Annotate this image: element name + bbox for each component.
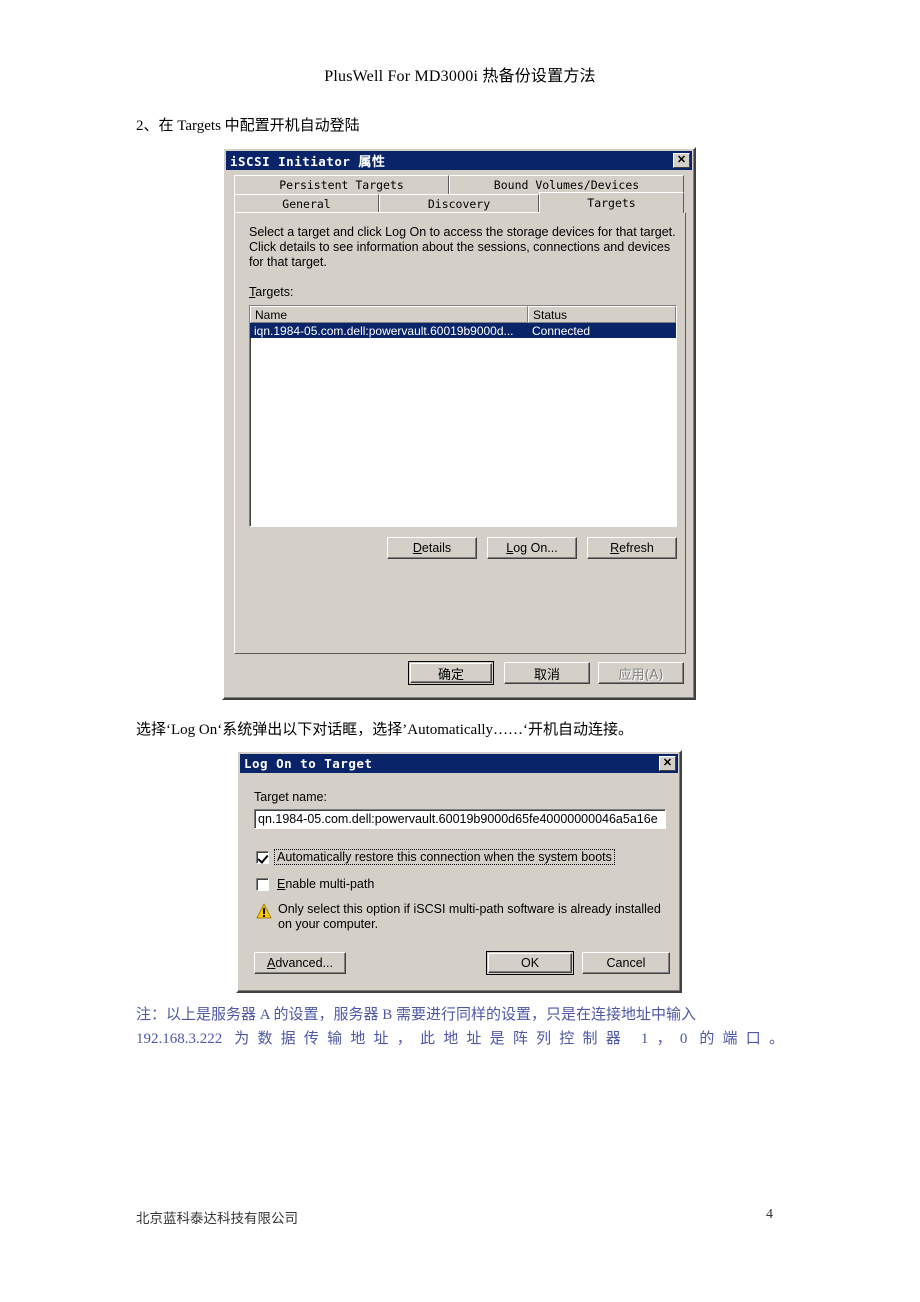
page-title: PlusWell For MD3000i 热备份设置方法 [324, 68, 596, 85]
column-header-status[interactable]: Status [528, 306, 676, 323]
mid-paragraph: 选择‘Log On‘系统弹出以下对话眶，选择’Automatically……‘开… [136, 722, 634, 738]
enable-multipath-checkbox-row[interactable]: Enable multi-path [256, 877, 376, 891]
apply-button: 应用(A) [598, 662, 684, 684]
table-row[interactable]: iqn.1984-05.com.dell:powervault.60019b90… [250, 323, 676, 338]
targets-description: Select a target and click Log On to acce… [249, 225, 676, 269]
target-name-label: Target name: [254, 790, 327, 804]
logon-dialog-title: Log On to Target [244, 756, 373, 771]
note-line-1: 注：以上是服务器 A 的设置，服务器 B 需要进行同样的设置，只是在连接地址中输… [136, 1007, 697, 1023]
auto-restore-checkbox-row[interactable]: Automatically restore this connection wh… [256, 849, 615, 865]
step-paragraph: 2、在 Targets 中配置开机自动登陆 [136, 118, 360, 134]
logon-to-target-dialog: Log On to Target ✕ Target name: qn.1984-… [236, 750, 682, 993]
note-block: 注：以上是服务器 A 的设置，服务器 B 需要进行同样的设置，只是在连接地址中输… [136, 1003, 784, 1051]
footer-page-number: 4 [766, 1207, 773, 1222]
auto-restore-checkbox[interactable] [256, 850, 269, 864]
multipath-warning-text: Only select this option if iSCSI multi-p… [278, 902, 661, 931]
tab-targets[interactable]: Targets [539, 192, 684, 213]
enable-multipath-checkbox[interactable] [256, 877, 269, 891]
targets-tab-panel: Select a target and click Log On to acce… [234, 212, 686, 654]
logon-dialog-titlebar: Log On to Target ✕ [240, 754, 678, 773]
iscsi-initiator-dialog: iSCSI Initiator 属性 ✕ Persistent Targets … [222, 147, 696, 700]
log-on-button[interactable]: Log On... [487, 537, 577, 559]
column-header-name[interactable]: Name [250, 306, 528, 323]
iscsi-dialog-titlebar: iSCSI Initiator 属性 ✕ [226, 151, 692, 170]
targets-listview[interactable]: Name Status iqn.1984-05.com.dell:powerva… [249, 305, 677, 527]
logon-cancel-button[interactable]: Cancel [582, 952, 670, 974]
ok-button[interactable]: 确定 [408, 661, 494, 685]
close-icon[interactable]: ✕ [659, 756, 676, 771]
tab-row-bottom: General Discovery Targets [234, 192, 686, 213]
target-status-cell: Connected [532, 323, 591, 338]
tab-general[interactable]: General [234, 194, 379, 213]
enable-multipath-label: Enable multi-path [277, 877, 375, 891]
tab-discovery[interactable]: Discovery [379, 194, 539, 213]
logon-ok-button[interactable]: OK [486, 951, 574, 975]
warning-icon [256, 903, 272, 919]
target-name-cell: iqn.1984-05.com.dell:powervault.60019b90… [254, 323, 514, 338]
footer-company: 北京蓝科泰达科技有限公司 [136, 1211, 298, 1226]
target-name-input[interactable]: qn.1984-05.com.dell:powervault.60019b900… [254, 809, 666, 829]
targets-list-label: Targets: [249, 285, 294, 299]
details-button[interactable]: Details [387, 537, 477, 559]
multipath-warning: Only select this option if iSCSI multi-p… [256, 902, 666, 932]
refresh-button[interactable]: Refresh [587, 537, 677, 559]
close-icon[interactable]: ✕ [673, 153, 690, 168]
cancel-button[interactable]: 取消 [504, 662, 590, 684]
targets-listview-header: Name Status [250, 306, 676, 323]
advanced-button[interactable]: Advanced... [254, 952, 346, 974]
tab-persistent-targets[interactable]: Persistent Targets [234, 175, 449, 194]
iscsi-dialog-title: iSCSI Initiator 属性 [230, 154, 386, 170]
note-line-2: 192.168.3.222 为数据传输地址，此地址是阵列控制器 1，0 的端口。 [136, 1031, 784, 1047]
iscsi-tab-strip: Persistent Targets Bound Volumes/Devices… [234, 175, 686, 213]
auto-restore-label: Automatically restore this connection wh… [274, 849, 615, 865]
